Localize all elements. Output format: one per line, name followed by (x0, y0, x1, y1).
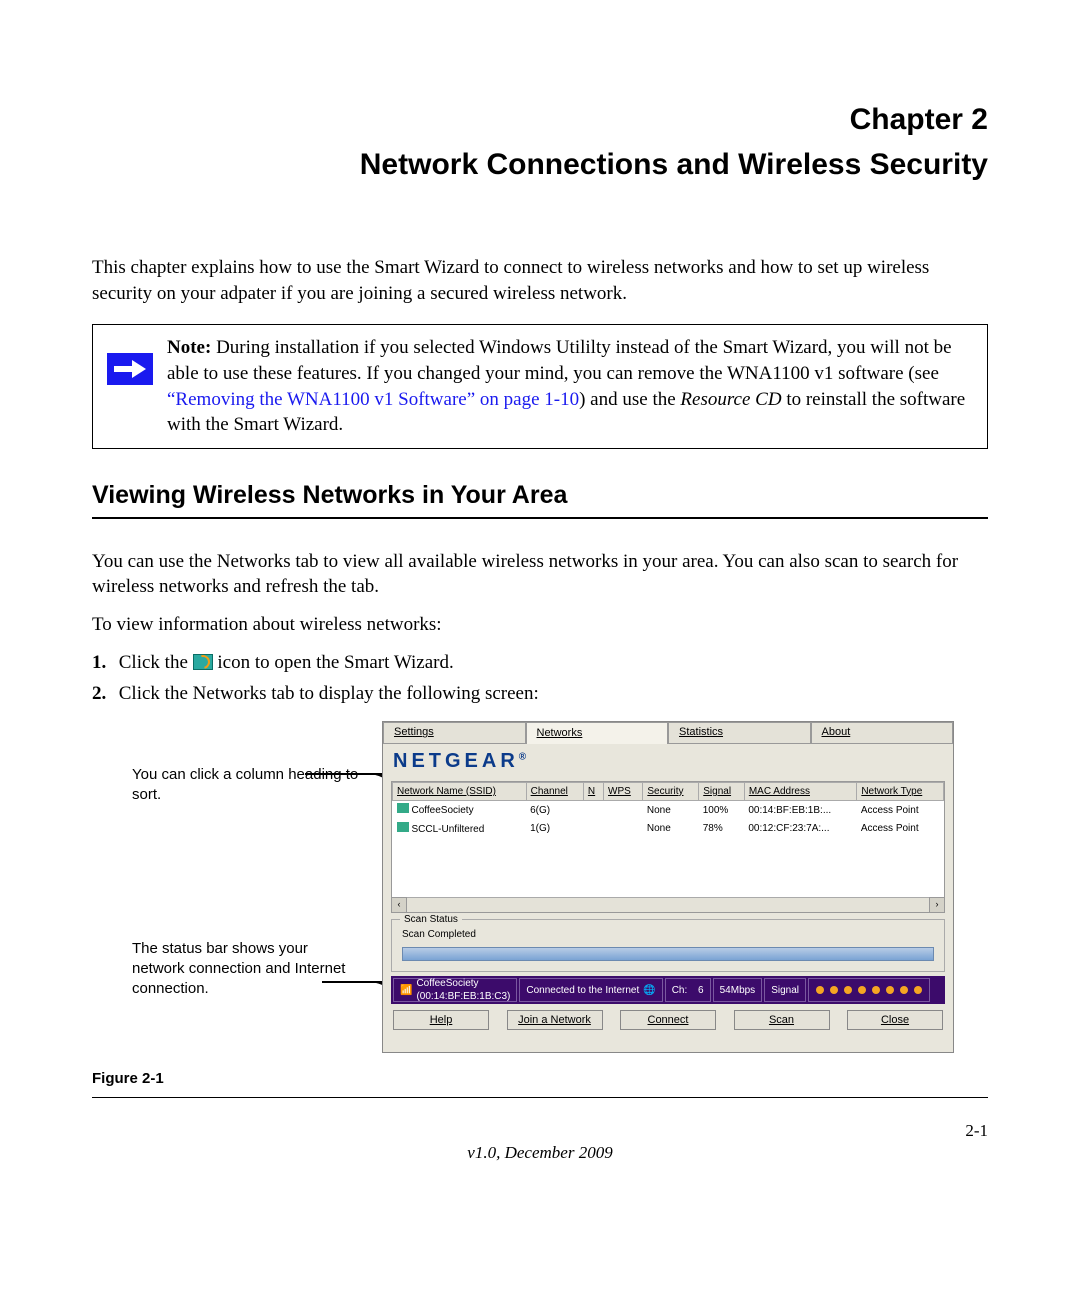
step-2-text: Click the Networks tab to display the fo… (119, 683, 539, 704)
callout-status: The status bar shows your network connec… (132, 939, 362, 1000)
col-type[interactable]: Network Type (857, 782, 944, 801)
wifi-icon: 📶 (400, 984, 412, 998)
col-security[interactable]: Security (643, 782, 699, 801)
step-2-number: 2. (92, 681, 114, 707)
help-button[interactable]: Help (393, 1010, 489, 1030)
callout-sort: You can click a column heading to sort. (132, 765, 362, 806)
cell-ssid: SCCL-Unfiltered (412, 824, 485, 835)
status-channel: Ch: 6 (665, 978, 711, 1002)
cell-ssid: CoffeeSociety (412, 805, 474, 816)
cell-channel: 1(G) (526, 820, 583, 839)
col-signal[interactable]: Signal (699, 782, 745, 801)
status-internet: Connected to the Internet🌐 (519, 978, 662, 1002)
horizontal-scrollbar[interactable]: ‹ › (392, 897, 944, 912)
status-network: 📶 CoffeeSociety (00:14:BF:EB:1B:C3) (393, 978, 517, 1002)
tab-networks[interactable]: Networks (526, 722, 669, 744)
close-button[interactable]: Close (847, 1010, 943, 1030)
note-part2: ) and use the (579, 389, 680, 410)
arrow-right-icon (107, 353, 153, 385)
chapter-number: Chapter 2 (92, 100, 988, 141)
step-1-text-a: Click the (119, 652, 193, 673)
steps-list: 1. Click the icon to open the Smart Wiza… (92, 650, 988, 707)
col-n[interactable]: N (583, 782, 603, 801)
note-label: Note: (167, 337, 211, 358)
scroll-right-icon[interactable]: › (929, 897, 945, 913)
table-row[interactable]: SCCL-Unfiltered 1(G) None 78% 00:12:CF:2… (393, 820, 944, 839)
scroll-left-icon[interactable]: ‹ (391, 897, 407, 913)
cell-wps (604, 801, 643, 820)
cell-wps (604, 820, 643, 839)
cell-mac: 00:14:BF:EB:1B:... (744, 801, 856, 820)
page-footer: 2-1 v1.0, December 2009 (92, 1120, 988, 1160)
cell-security: None (643, 820, 699, 839)
body-para-2: To view information about wireless netwo… (92, 612, 988, 638)
intro-paragraph: This chapter explains how to use the Sma… (92, 255, 988, 306)
tab-about[interactable]: About (811, 722, 954, 744)
ap-icon (397, 822, 409, 832)
note-part1: During installation if you selected Wind… (167, 337, 952, 384)
page-number: 2-1 (965, 1120, 988, 1143)
doc-version: v1.0, December 2009 (92, 1142, 988, 1165)
scan-status-label: Scan Status (400, 913, 462, 927)
col-mac[interactable]: MAC Address (744, 782, 856, 801)
connect-button[interactable]: Connect (620, 1010, 716, 1030)
cell-signal: 100% (699, 801, 745, 820)
table-header-row: Network Name (SSID) Channel N WPS Securi… (393, 782, 944, 801)
scan-button[interactable]: Scan (734, 1010, 830, 1030)
status-signal-label: Signal (764, 978, 806, 1002)
note-text: Note: During installation if you selecte… (167, 335, 973, 438)
col-wps[interactable]: WPS (604, 782, 643, 801)
tab-bar: Settings Networks Statistics About (383, 722, 953, 744)
cell-type: Access Point (857, 820, 944, 839)
globe-icon: 🌐 (643, 984, 655, 998)
tab-settings[interactable]: Settings (383, 722, 526, 744)
cell-channel: 6(G) (526, 801, 583, 820)
note-link[interactable]: “Removing the WNA1100 v1 Software” on pa… (167, 389, 579, 410)
note-italic: Resource CD (680, 389, 781, 410)
cell-n (583, 820, 603, 839)
body-para-1: You can use the Networks tab to view all… (92, 549, 988, 600)
app-window: Settings Networks Statistics About NETGE… (382, 721, 954, 1053)
table-row[interactable]: CoffeeSociety 6(G) None 100% 00:14:BF:EB… (393, 801, 944, 820)
tray-icon (193, 654, 213, 670)
chapter-title: Network Connections and Wireless Securit… (92, 145, 988, 186)
status-rate: 54Mbps (713, 978, 763, 1002)
col-channel[interactable]: Channel (526, 782, 583, 801)
cell-mac: 00:12:CF:23:7A:... (744, 820, 856, 839)
scan-status-group: Scan Status Scan Completed (391, 919, 945, 973)
status-bar: 📶 CoffeeSociety (00:14:BF:EB:1B:C3) Conn… (391, 976, 945, 1004)
scan-progress-bar (402, 947, 934, 961)
note-box: Note: During installation if you selecte… (92, 324, 988, 449)
status-network-mac: (00:14:BF:EB:1B:C3) (416, 991, 510, 1002)
signal-bars-icon (808, 978, 930, 1002)
col-ssid[interactable]: Network Name (SSID) (393, 782, 527, 801)
cell-security: None (643, 801, 699, 820)
ap-icon (397, 803, 409, 813)
figure-caption: Figure 2-1 (92, 1069, 988, 1098)
scan-status-text: Scan Completed (402, 929, 476, 940)
join-network-button[interactable]: Join a Network (507, 1010, 603, 1030)
step-1-text-b: icon to open the Smart Wizard. (217, 652, 453, 673)
cell-type: Access Point (857, 801, 944, 820)
cell-n (583, 801, 603, 820)
cell-signal: 78% (699, 820, 745, 839)
section-heading: Viewing Wireless Networks in Your Area (92, 479, 988, 519)
figure-area: You can click a column heading to sort. … (92, 721, 988, 1061)
brand-logo: NETGEAR® (383, 744, 953, 781)
step-1: 1. Click the icon to open the Smart Wiza… (92, 650, 988, 676)
tab-statistics[interactable]: Statistics (668, 722, 811, 744)
status-network-name: CoffeeSociety (416, 978, 478, 989)
button-row: Help Join a Network Connect Scan Close (383, 1008, 953, 1036)
networks-table: Network Name (SSID) Channel N WPS Securi… (391, 781, 945, 913)
step-1-number: 1. (92, 650, 114, 676)
step-2: 2. Click the Networks tab to display the… (92, 681, 988, 707)
